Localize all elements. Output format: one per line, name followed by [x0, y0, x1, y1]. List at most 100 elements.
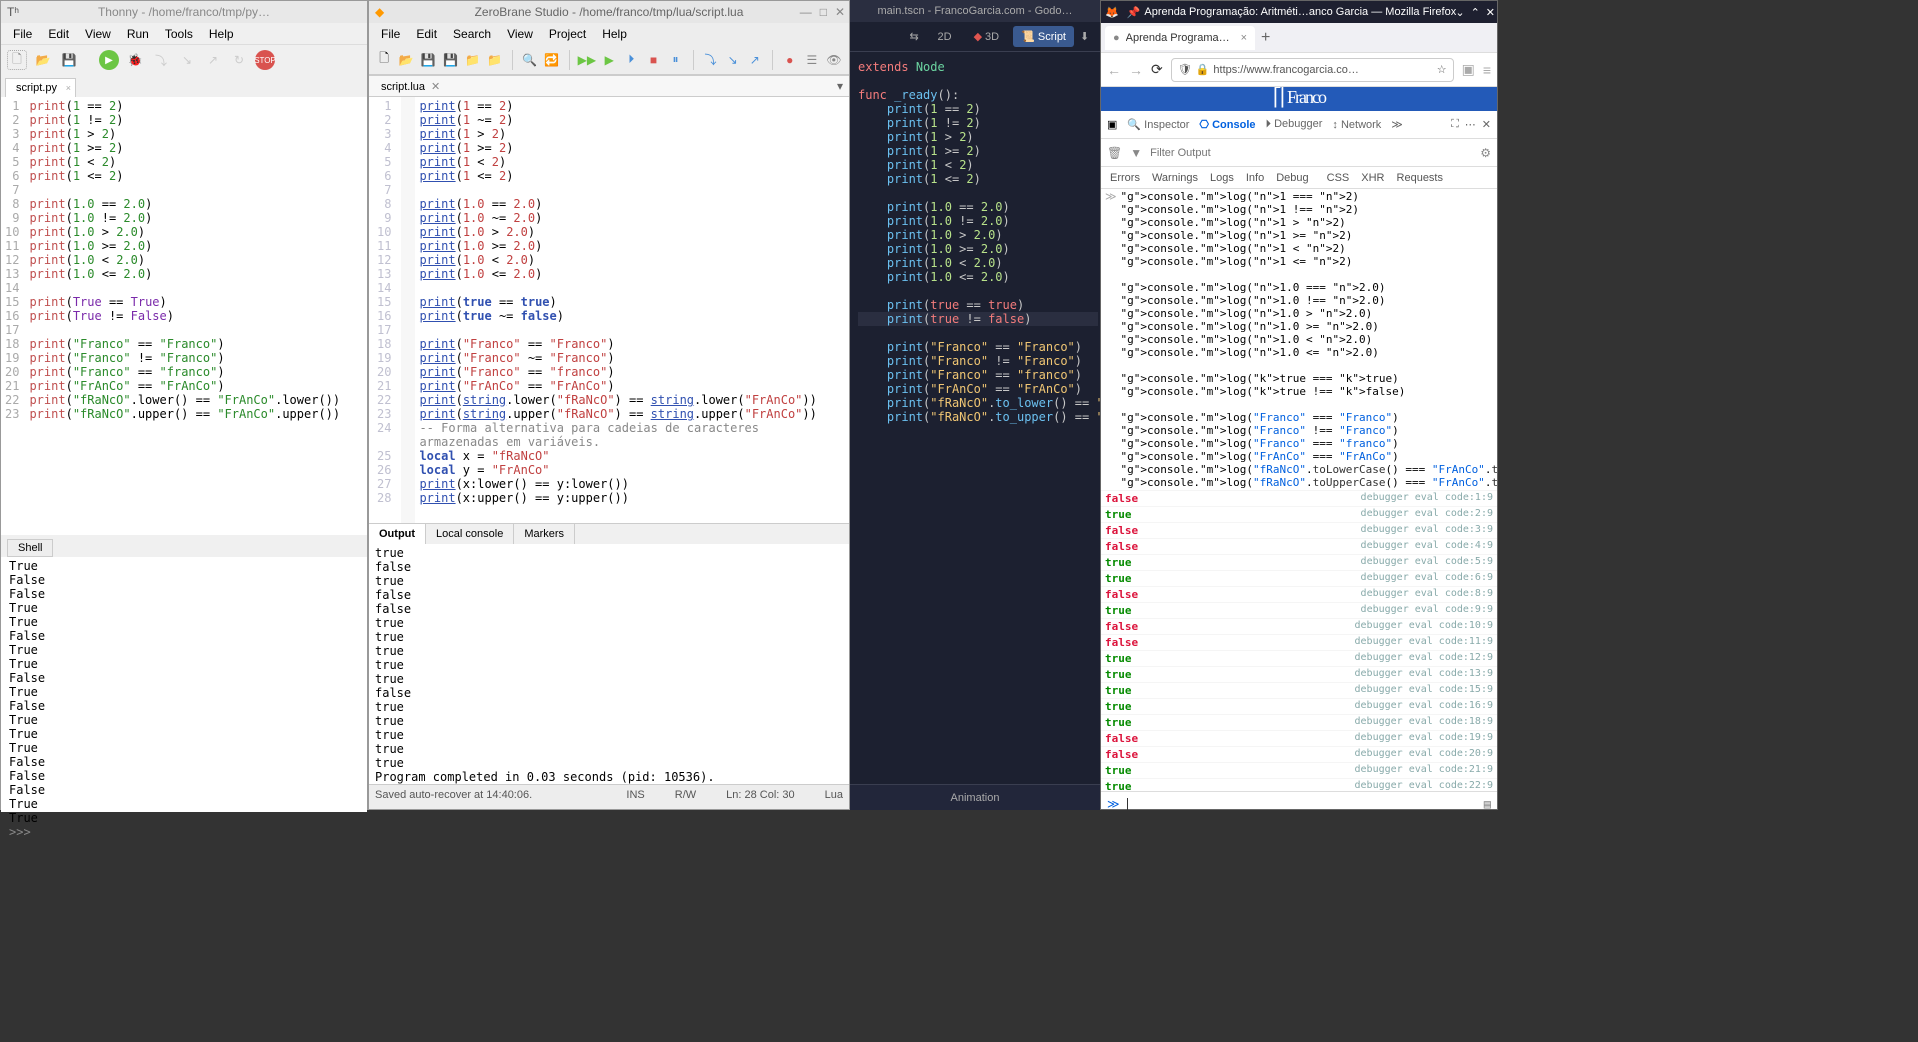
step-into-icon[interactable]: ↘: [724, 49, 742, 71]
responsive-icon[interactable]: ⛶: [1451, 118, 1459, 131]
menu-tools[interactable]: Tools: [159, 25, 199, 43]
menu-edit[interactable]: Edit: [42, 25, 75, 43]
app-menu-icon[interactable]: ≡: [1483, 62, 1491, 78]
browser-tab[interactable]: ●Aprenda Programação: Aritm…×: [1105, 26, 1255, 50]
menu-view[interactable]: View: [79, 25, 117, 43]
fl-requests[interactable]: Requests: [1392, 170, 1448, 186]
stop-icon[interactable]: STOP: [255, 50, 275, 70]
shield-icon[interactable]: 🛡: [1178, 63, 1192, 76]
new-icon[interactable]: 🗋: [375, 49, 393, 71]
run-icon[interactable]: ▶▶: [578, 49, 596, 71]
tabs-dropdown-icon[interactable]: ▾: [837, 79, 843, 93]
break-icon[interactable]: ⏸: [667, 49, 685, 71]
devtools-select-icon[interactable]: ▣: [1107, 118, 1117, 131]
tab-local-console[interactable]: Local console: [426, 524, 514, 544]
extensions-icon[interactable]: ▣: [1462, 61, 1475, 78]
tab-3d[interactable]: ◆3D: [966, 26, 1008, 47]
tab-console[interactable]: ⎔ Console: [1199, 118, 1255, 131]
debug-run-icon[interactable]: ⏵: [622, 49, 640, 71]
fl-errors[interactable]: Errors: [1105, 170, 1145, 186]
tab-network[interactable]: ↕ Network: [1332, 119, 1381, 131]
tab-inspector[interactable]: 🔍 Inspector: [1127, 118, 1189, 131]
menu-help[interactable]: Help: [203, 25, 240, 43]
saveall-icon[interactable]: 💾: [441, 49, 459, 71]
code-area[interactable]: print(1 == 2) print(1 != 2) print(1 > 2)…: [25, 97, 344, 535]
back-icon[interactable]: ←: [1107, 62, 1121, 78]
console-prompt[interactable]: ≫ ▤: [1101, 791, 1497, 815]
file-tab-script-py[interactable]: script.py×: [5, 78, 76, 97]
debug-icon[interactable]: 🐞: [125, 50, 145, 70]
ff-titlebar[interactable]: 🦊 📌 Aprenda Programação: Aritméti…anco G…: [1101, 1, 1497, 23]
close-tab-icon[interactable]: ×: [66, 83, 71, 93]
thonny-titlebar[interactable]: Tʰ Thonny - /home/franco/tmp/py…: [1, 1, 367, 23]
close-icon[interactable]: ✕: [1486, 6, 1495, 19]
new-tab-icon[interactable]: +: [1261, 29, 1270, 47]
step-out-icon[interactable]: ↗: [746, 49, 764, 71]
zb-editor[interactable]: 1234567891011121314151617181920212223242…: [369, 97, 849, 523]
stop-icon[interactable]: ■: [644, 49, 662, 71]
menu-file[interactable]: File: [375, 25, 406, 43]
clear-icon[interactable]: 🗑: [1107, 146, 1122, 160]
filter-input[interactable]: [1150, 147, 1472, 159]
find-icon[interactable]: 🔍: [521, 49, 539, 71]
close-tab-icon[interactable]: ×: [1241, 32, 1247, 44]
tab-markers[interactable]: Markers: [514, 524, 575, 544]
menu-file[interactable]: File: [7, 25, 38, 43]
projfind2-icon[interactable]: 📁: [486, 49, 504, 71]
fl-debug[interactable]: Debug: [1271, 170, 1313, 186]
fl-warnings[interactable]: Warnings: [1147, 170, 1203, 186]
menu-edit[interactable]: Edit: [410, 25, 443, 43]
step-out-icon[interactable]: ↗: [203, 50, 223, 70]
run-icon[interactable]: ▶: [99, 50, 119, 70]
step-over-icon[interactable]: ⤵: [701, 49, 719, 71]
tab-debugger[interactable]: ⏵ Debugger: [1266, 118, 1323, 131]
minimize-icon[interactable]: ⌄: [1455, 6, 1464, 19]
multiline-editor-icon[interactable]: ▤: [1484, 797, 1491, 811]
close-tab-icon[interactable]: ✕: [431, 81, 440, 93]
step-into-icon[interactable]: ↘: [177, 50, 197, 70]
save-file-icon[interactable]: 💾: [59, 50, 79, 70]
console-output[interactable]: ≫"g">console."m">log("n">1 === "n">2) "g…: [1101, 189, 1497, 791]
open-file-icon[interactable]: 📂: [33, 50, 53, 70]
dt-close-icon[interactable]: ✕: [1482, 118, 1491, 131]
stack-icon[interactable]: ☰: [803, 49, 821, 71]
menu-help[interactable]: Help: [596, 25, 633, 43]
resume-icon[interactable]: ↻: [229, 50, 249, 70]
tab-2d[interactable]: 2D: [930, 27, 960, 47]
settings-icon[interactable]: ⚙: [1480, 146, 1491, 160]
godot-code[interactable]: extends Node func _ready(): print(1 == 2…: [850, 52, 1100, 432]
zb-output[interactable]: true false true false false true true tr…: [369, 544, 849, 784]
maximize-icon[interactable]: □: [820, 5, 827, 19]
open-icon[interactable]: 📂: [397, 49, 415, 71]
godot-bottom-panel[interactable]: Animation: [850, 784, 1100, 810]
fl-xhr[interactable]: XHR: [1356, 170, 1389, 186]
menu-view[interactable]: View: [501, 25, 539, 43]
replace-icon[interactable]: 🔁: [543, 49, 561, 71]
shell-output[interactable]: True False False True True False True Tr…: [1, 557, 367, 812]
menu-run[interactable]: Run: [121, 25, 155, 43]
bookmark-icon[interactable]: ☆: [1437, 63, 1447, 76]
zb-titlebar[interactable]: ◆ ZeroBrane Studio - /home/franco/tmp/lu…: [369, 1, 849, 23]
shell-tab[interactable]: Shell: [7, 539, 53, 557]
fl-css[interactable]: CSS: [1322, 170, 1355, 186]
fl-info[interactable]: Info: [1241, 170, 1269, 186]
distract-free-icon[interactable]: ⇆: [910, 30, 924, 43]
url-bar[interactable]: 🛡 🔒 https://www.francogarcia.co… ☆: [1171, 58, 1454, 82]
code-area[interactable]: print(1 == 2) print(1 ~= 2) print(1 > 2)…: [415, 97, 820, 523]
fl-logs[interactable]: Logs: [1205, 170, 1239, 186]
bookmark-icon[interactable]: ●: [781, 49, 799, 71]
godot-titlebar[interactable]: main.tscn - FrancoGarcia.com - Godo…: [850, 0, 1100, 22]
new-file-icon[interactable]: 🗋: [7, 50, 27, 70]
step-over-icon[interactable]: ⤵: [151, 50, 171, 70]
thonny-editor[interactable]: 1234567891011121314151617181920212223 pr…: [1, 97, 367, 535]
projfind-icon[interactable]: 📁: [464, 49, 482, 71]
file-tab-script-lua[interactable]: script.lua✕: [373, 78, 448, 95]
forward-icon[interactable]: →: [1129, 62, 1143, 78]
menu-search[interactable]: Search: [447, 25, 497, 43]
more-tabs-icon[interactable]: ≫: [1391, 118, 1403, 131]
watch-icon[interactable]: 👁: [825, 49, 843, 71]
run2-icon[interactable]: ▶: [600, 49, 618, 71]
pin-icon[interactable]: 📌: [1127, 6, 1141, 19]
tab-output[interactable]: Output: [369, 524, 426, 544]
maximize-icon[interactable]: ⌃: [1471, 6, 1480, 19]
